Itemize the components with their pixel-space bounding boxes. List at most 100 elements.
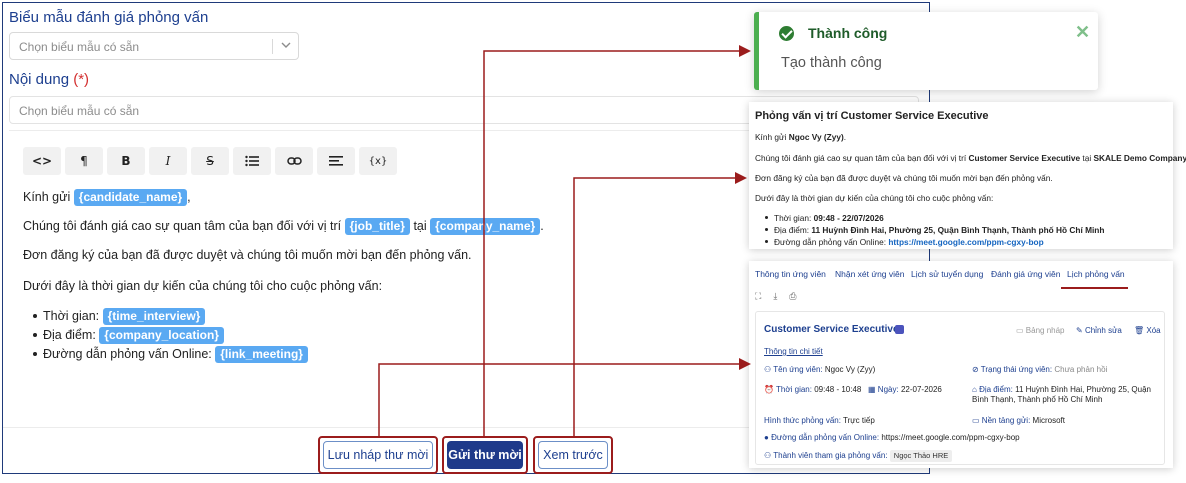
toast-message: Tạo thành công (781, 55, 882, 71)
greeting-comma: , (187, 190, 191, 204)
field-platform: ▭ Nền tảng gửi: Microsoft (972, 416, 1065, 426)
tab-candidate-info[interactable]: Thông tin ứng viên (755, 269, 826, 279)
variable-tag-company-name[interactable]: {company_name} (430, 218, 541, 235)
detail-info-link[interactable]: Thông tin chi tiết (764, 347, 823, 356)
paragraph-icon: ¶ (80, 154, 88, 168)
interest-period: . (540, 219, 544, 233)
expand-icon[interactable]: ⛶ (755, 291, 761, 302)
editor-line-interest: Chúng tôi đánh giá cao sự quan tâm của b… (23, 217, 544, 235)
user-icon: ⚇ (764, 365, 772, 374)
list-item: Địa điểm: 11 Huỳnh Đình Hai, Phường 25, … (765, 224, 1104, 236)
view-actions: ⛶ ⤓ ⎙ (755, 291, 797, 302)
variable-tag-company-location[interactable]: {company_location} (99, 327, 224, 344)
variable-tag-job-title[interactable]: {job_title} (344, 218, 410, 235)
member-chip: Ngọc Thảo HRE (889, 450, 953, 462)
interest-at-text: tại (413, 219, 427, 233)
draft-label: Bảng nháp (1025, 326, 1065, 335)
pencil-icon: ✎ (1076, 326, 1083, 335)
candidate-tabs: Thông tin ứng viên Nhận xét ứng viên Lịc… (749, 265, 1173, 289)
preview-greeting: Kính gửi Ngoc Vy (Zyy). (755, 132, 846, 142)
editor-bullet-list: Thời gian: {time_interview} Địa điểm: {c… (33, 307, 308, 364)
required-marker: (*) (73, 71, 90, 88)
link-value[interactable]: https://meet.google.com/ppm-cgxy-bop (881, 433, 1019, 442)
download-icon[interactable]: ⤓ (773, 291, 777, 302)
content-label-text: Nội dung (9, 71, 70, 88)
greeting-text: Kính gửi (23, 190, 71, 204)
paragraph-button[interactable]: ¶ (65, 147, 103, 175)
preview-time-label: Thời gian: (774, 213, 812, 223)
edit-button[interactable]: ✎ Chỉnh sửa (1076, 326, 1122, 335)
preview-greeting-period: . (843, 132, 847, 142)
preview-candidate-name: Ngoc Vy (Zyy) (788, 132, 844, 142)
list-item: Đường dẫn phỏng vấn Online: https://meet… (765, 236, 1104, 248)
template-label: Biểu mẫu đánh giá phỏng vấn (9, 9, 209, 26)
platform-value: Microsoft (1032, 416, 1065, 425)
italic-button[interactable]: I (149, 147, 187, 175)
chevron-down-icon[interactable] (280, 39, 292, 54)
tab-recruit-history[interactable]: Lịch sử tuyển dụng (911, 269, 983, 279)
list-item: Địa điểm: {company_location} (33, 326, 308, 345)
bold-button[interactable]: B (107, 147, 145, 175)
preview-bullet-list: Thời gian: 09:48 - 22/07/2026 Địa điểm: … (765, 212, 1104, 248)
preview-button[interactable]: Xem trước (538, 441, 608, 469)
send-invitation-button[interactable]: Gửi thư mời (447, 441, 523, 469)
align-button[interactable] (317, 147, 355, 175)
draft-badge: ▭ Bảng nháp (1016, 326, 1065, 335)
tab-interview-schedule[interactable]: Lịch phỏng vấn (1067, 269, 1125, 279)
list-item: Thời gian: 09:48 - 22/07/2026 (765, 212, 1104, 224)
users-icon: ⚇ (764, 451, 772, 460)
email-preview-panel: Phỏng vấn vị trí Customer Service Execut… (749, 102, 1186, 249)
close-icon[interactable]: ✕ (1075, 22, 1090, 43)
content-label: Nội dung (*) (9, 71, 89, 88)
field-candidate-name: ⚇ Tên ứng viên: Ngoc Vy (Zyy) (764, 365, 875, 375)
field-date: ▦ Ngày: 22-07-2026 (868, 385, 942, 395)
print-icon[interactable]: ⎙ (789, 291, 796, 302)
check-circle-icon (779, 26, 794, 41)
tab-candidate-review[interactable]: Đánh giá ứng viên (991, 269, 1061, 279)
time-label: Thời gian: (776, 385, 812, 394)
preview-greeting-text: Kính gửi (755, 132, 787, 142)
code-view-button[interactable]: <> (23, 147, 61, 175)
variable-tag-link-meeting[interactable]: {link_meeting} (215, 346, 308, 363)
strikethrough-icon: S (206, 154, 214, 168)
tab-candidate-notes[interactable]: Nhận xét ứng viên (835, 269, 904, 279)
select-separator (272, 39, 273, 54)
location-label: Địa điểm: (979, 385, 1013, 394)
editor-line-approved: Đơn đăng ký của bạn đã được duyệt và chú… (23, 248, 472, 262)
candidate-value: Ngoc Vy (Zyy) (824, 365, 876, 374)
delete-button[interactable]: 🗑 Xóa (1134, 326, 1161, 335)
field-meeting-link: ● Đường dẫn phỏng vấn Online: https://me… (764, 433, 1020, 443)
document-icon: ▭ (1016, 326, 1024, 335)
preview-company: SKALE Demo Company (1093, 153, 1186, 163)
card-job-title: Customer Service Executive (764, 324, 899, 335)
active-tab-indicator (1061, 287, 1128, 289)
date-value: 22-07-2026 (900, 385, 942, 394)
field-format: Hình thức phỏng vấn: Trực tiếp (764, 416, 875, 426)
building-icon: ⌂ (972, 385, 977, 394)
bullet-list-icon (245, 155, 259, 167)
preview-interest-text: Chúng tôi đánh giá cao sự quan tâm của b… (755, 153, 967, 163)
preview-time-value: 09:48 - 22/07/2026 (813, 213, 884, 223)
variable-tag-candidate-name[interactable]: {candidate_name} (73, 189, 188, 206)
insert-variable-button[interactable]: {x} (359, 147, 397, 175)
template-select-placeholder: Chọn biểu mẫu có sẵn (19, 40, 140, 54)
toast-title: Thành công (808, 25, 888, 41)
preview-job-title: Customer Service Executive (968, 153, 1081, 163)
variable-icon: {x} (368, 155, 388, 167)
save-draft-button[interactable]: Lưu nháp thư mời (323, 441, 433, 469)
editor-toolbar: <> ¶ B I S {x} (23, 147, 397, 175)
link-button[interactable] (275, 147, 313, 175)
template-select[interactable]: Chọn biểu mẫu có sẵn (9, 32, 299, 60)
bullet-list-button[interactable] (233, 147, 271, 175)
interview-card: Customer Service Executive ▭ Bảng nháp ✎… (755, 311, 1165, 465)
bullet-label-link: Đường dẫn phỏng vấn Online: (43, 347, 212, 361)
preview-meeting-link[interactable]: https://meet.google.com/ppm-cgxy-bop (888, 237, 1043, 247)
strikethrough-button[interactable]: S (191, 147, 229, 175)
list-item: Thời gian: {time_interview} (33, 307, 308, 326)
variable-tag-time-interview[interactable]: {time_interview} (102, 308, 206, 325)
code-icon: <> (31, 154, 53, 168)
preview-approved: Đơn đăng ký của bạn đã được duyệt và chú… (755, 173, 1053, 183)
bullet-label-location: Địa điểm: (43, 328, 96, 342)
content-template-placeholder: Chọn biểu mẫu có sẵn (19, 104, 140, 118)
format-value: Trực tiếp (843, 416, 875, 425)
